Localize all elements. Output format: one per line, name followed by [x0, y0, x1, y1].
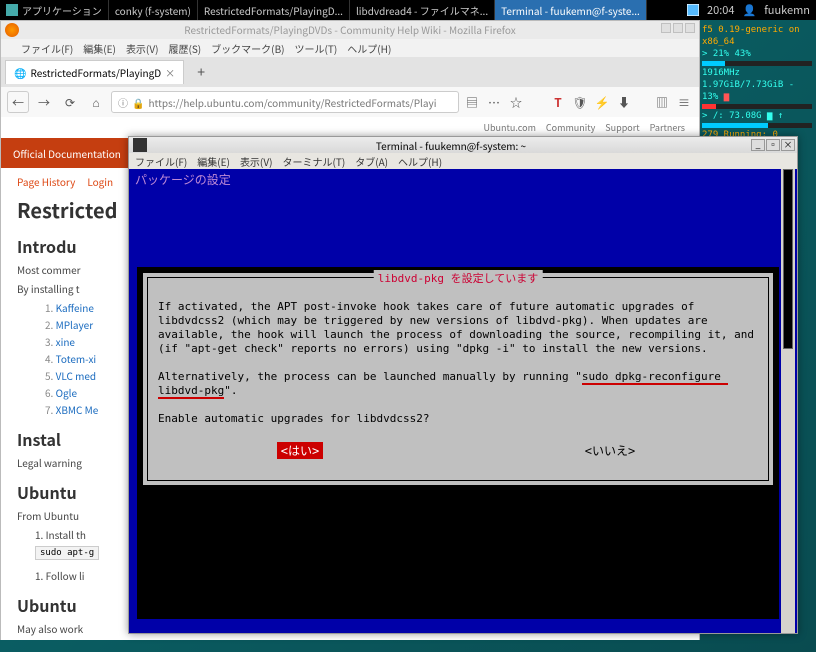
task-label: libdvdread4 - ファイルマネ...: [356, 3, 488, 18]
back-button[interactable]: ←: [7, 91, 29, 113]
lock-icon: 🔒: [132, 95, 144, 110]
username: fuukemn: [764, 2, 810, 18]
link-community[interactable]: Community: [546, 121, 595, 134]
dialog-text: If activated, the APT post-invoke hook t…: [148, 278, 768, 432]
task-conky[interactable]: conky (f-system): [109, 0, 198, 20]
conky-cpu: > 21% 43%: [702, 48, 812, 60]
star-button[interactable]: ☆: [507, 94, 525, 111]
debconf-dialog: libdvd-pkg を設定しています If activated, the AP…: [141, 271, 775, 487]
tray-icon[interactable]: [687, 4, 699, 16]
app-menu-button[interactable]: アプリケーション: [0, 0, 109, 20]
terminal-scrollbar[interactable]: [781, 169, 795, 633]
downloads-icon[interactable]: ⬇: [615, 94, 633, 111]
tmenu-tab[interactable]: タブ(A): [355, 154, 388, 169]
reader-button[interactable]: ▤: [463, 94, 481, 111]
link-ubuntu[interactable]: Ubuntu.com: [484, 121, 536, 134]
url-text: https://help.ubuntu.com/community/Restri…: [148, 95, 436, 110]
reload-button[interactable]: ⟳: [59, 91, 81, 113]
task-fileman[interactable]: libdvdread4 - ファイルマネ...: [350, 0, 495, 20]
site-top-links: Ubuntu.com Community Support Partners: [1, 117, 699, 138]
terminal-menubar: ファイル(F) 編集(E) 表示(V) ターミナル(T) タブ(A) ヘルプ(H…: [129, 153, 797, 169]
no-button[interactable]: <いいえ>: [581, 442, 639, 459]
terminal-body[interactable]: パッケージの設定 libdvd-pkg を設定しています If activate…: [129, 169, 797, 633]
tmenu-view[interactable]: 表示(V): [240, 154, 273, 169]
url-input[interactable]: ⓘ 🔒 https://help.ubuntu.com/community/Re…: [111, 91, 459, 113]
terminal-window: Terminal - fuukemn@f-system: ~ _ ▫ × ファイ…: [128, 136, 798, 634]
hamburger-button[interactable]: ≡: [675, 94, 693, 111]
debconf-title: パッケージの設定: [135, 171, 231, 188]
conky-disk: > /: 73.08G ▆ ↑: [702, 110, 812, 122]
menu-file[interactable]: ファイル(F): [21, 41, 73, 56]
xfce-taskbar: アプリケーション conky (f-system) RestrictedForm…: [0, 0, 816, 20]
terminal-titlebar[interactable]: Terminal - fuukemn@f-system: ~ _ ▫ ×: [129, 137, 797, 153]
cmd-box: sudo apt-g: [35, 546, 99, 560]
task-label: conky (f-system): [115, 3, 191, 18]
flash-icon[interactable]: ⚡: [593, 94, 611, 111]
task-label: Terminal - fuukemn@f-syste...: [501, 3, 640, 18]
yes-button[interactable]: <はい>: [277, 442, 323, 459]
link-page-history[interactable]: Page History: [17, 174, 75, 189]
tab-label: RestrictedFormats/PlayingD: [30, 65, 161, 80]
app-menu-label: アプリケーション: [22, 3, 102, 18]
more-button[interactable]: ⋯: [485, 94, 503, 111]
title-text: RestrictedFormats/PlayingDVDs - Communit…: [184, 22, 516, 37]
firefox-menubar: ファイル(F) 編集(E) 表示(V) 履歴(S) ブックマーク(B) ツール(…: [1, 39, 699, 57]
new-tab-button[interactable]: +: [190, 61, 212, 83]
max-button[interactable]: ▫: [766, 139, 780, 151]
menu-history[interactable]: 履歴(S): [168, 41, 201, 56]
menu-help[interactable]: ヘルプ(H): [347, 41, 391, 56]
task-label: RestrictedFormats/PlayingD...: [204, 3, 343, 18]
home-button[interactable]: ⌂: [85, 91, 107, 113]
terminal-title: Terminal - fuukemn@f-system: ~: [151, 138, 751, 153]
conky-widget: f5 0.19-generic on x86_64 > 21% 43% 1916…: [702, 24, 812, 141]
link-login[interactable]: Login: [87, 174, 113, 189]
tab-bar: 🌐 RestrictedFormats/PlayingD × +: [1, 57, 699, 87]
menu-tools[interactable]: ツール(T): [295, 41, 338, 56]
firefox-icon: [5, 23, 19, 37]
tab-close-icon[interactable]: ×: [165, 65, 175, 80]
user-icon[interactable]: 👤: [743, 2, 757, 18]
menu-view[interactable]: 表示(V): [126, 41, 159, 56]
tmenu-help[interactable]: ヘルプ(H): [398, 154, 442, 169]
link-support[interactable]: Support: [605, 121, 639, 134]
browser-tab[interactable]: 🌐 RestrictedFormats/PlayingD ×: [5, 60, 184, 84]
tmenu-terminal[interactable]: ターミナル(T): [282, 154, 345, 169]
terminal-icon: [133, 138, 147, 152]
nav-official[interactable]: Official Documentation: [1, 138, 133, 168]
ext-t-icon[interactable]: T: [549, 94, 567, 111]
ublock-icon[interactable]: 🛡: [571, 94, 589, 111]
tmenu-edit[interactable]: 編集(E): [197, 154, 230, 169]
firefox-titlebar[interactable]: RestrictedFormats/PlayingDVDs - Communit…: [1, 21, 699, 39]
mouse-icon: [6, 4, 18, 16]
task-terminal[interactable]: Terminal - fuukemn@f-syste...: [495, 0, 647, 20]
forward-button[interactable]: →: [33, 91, 55, 113]
clock: 20:04: [707, 2, 734, 18]
tmenu-file[interactable]: ファイル(F): [135, 154, 187, 169]
task-firefox[interactable]: RestrictedFormats/PlayingD...: [198, 0, 350, 20]
conky-kernel: f5 0.19-generic on x86_64: [702, 24, 812, 48]
close-button[interactable]: [685, 23, 695, 33]
conky-freq: 1916MHz: [702, 67, 812, 79]
url-toolbar: ← → ⟳ ⌂ ⓘ 🔒 https://help.ubuntu.com/comm…: [1, 87, 699, 117]
min-button[interactable]: [661, 23, 671, 33]
conky-mem: 1.97GiB/7.73GiB - 13% ▆: [702, 79, 812, 103]
link-partners[interactable]: Partners: [650, 121, 685, 134]
menu-edit[interactable]: 編集(E): [83, 41, 116, 56]
sidebar-button[interactable]: ▥: [653, 94, 671, 111]
info-icon[interactable]: ⓘ: [118, 95, 128, 110]
scrollbar-thumb[interactable]: [783, 169, 793, 349]
dialog-title: libdvd-pkg を設定しています: [374, 270, 543, 286]
min-button[interactable]: _: [751, 139, 765, 151]
close-button[interactable]: ×: [781, 139, 795, 151]
menu-bookmarks[interactable]: ブックマーク(B): [211, 41, 284, 56]
tab-favicon: 🌐: [14, 65, 26, 80]
max-button[interactable]: [673, 23, 683, 33]
